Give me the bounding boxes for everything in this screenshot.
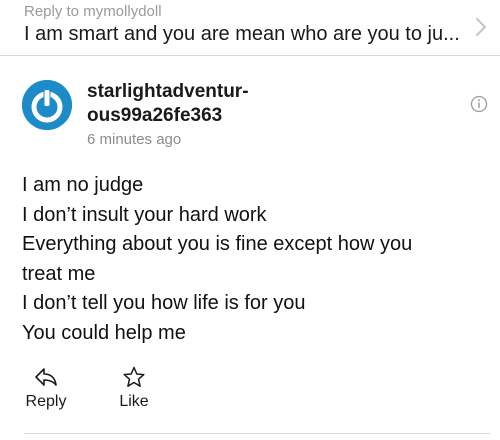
- post-timestamp: 6 minutes ago: [87, 131, 182, 148]
- reply-to-label: Reply to mymollydoll: [24, 3, 162, 20]
- body-line: treat me: [22, 262, 96, 285]
- divider: [24, 433, 490, 434]
- like-label: Like: [119, 393, 149, 410]
- author-name-line2: ous99a26fe363: [87, 105, 223, 126]
- info-icon[interactable]: [470, 95, 488, 113]
- star-icon: [123, 366, 145, 387]
- reply-button[interactable]: Reply: [22, 366, 70, 411]
- body-line: I don’t insult your hard work: [22, 203, 267, 226]
- like-button[interactable]: Like: [112, 366, 156, 411]
- body-line: You could help me: [22, 321, 186, 344]
- body-line: I am no judge: [22, 174, 144, 196]
- body-line: Everything about you is fine except how …: [22, 233, 413, 255]
- power-logo-icon: [22, 80, 72, 130]
- reply-preview-text: I am smart and you are mean who are you …: [24, 23, 460, 45]
- author-name-line1: starlightadventur-: [87, 81, 249, 102]
- reply-label: Reply: [25, 393, 67, 410]
- avatar[interactable]: [22, 80, 72, 130]
- post-body: I am no judge I don’t insult your hard w…: [22, 171, 482, 348]
- chevron-right-icon[interactable]: [472, 16, 490, 38]
- reply-arrow-icon: [35, 368, 57, 386]
- author-name[interactable]: starlightadventur- ous99a26fe363: [87, 80, 347, 128]
- reply-context-header[interactable]: Reply to mymollydoll I am smart and you …: [0, 0, 500, 56]
- body-line: I don’t tell you how life is for you: [22, 292, 306, 314]
